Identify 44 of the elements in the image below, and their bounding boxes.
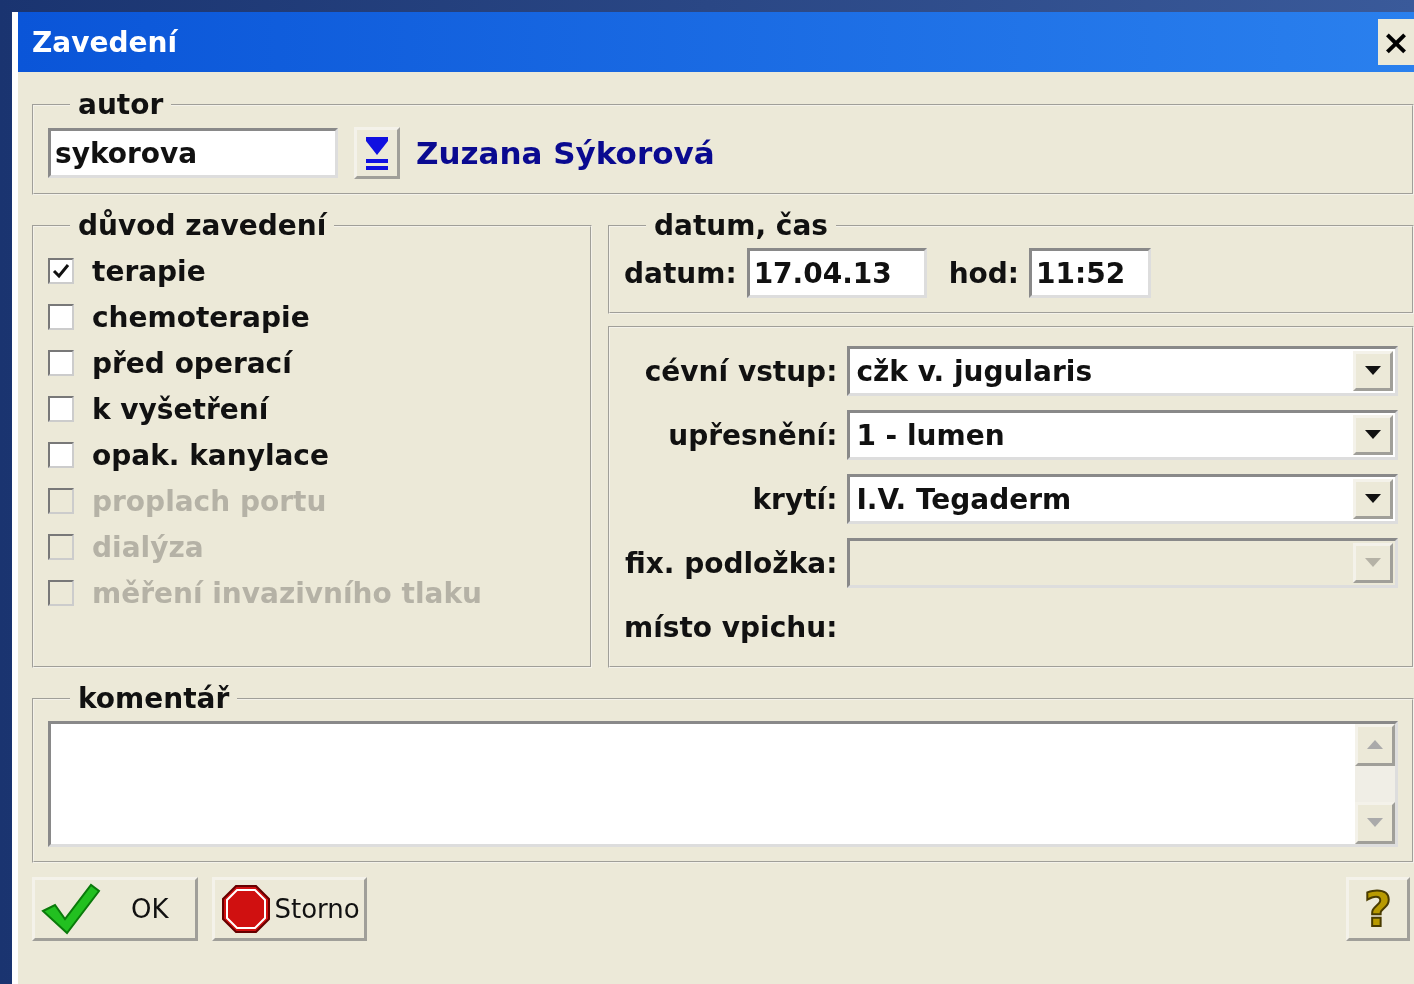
- field-label: místo vpichu:: [624, 609, 838, 646]
- checkbox[interactable]: [48, 258, 74, 284]
- field-label: cévní vstup:: [644, 354, 838, 388]
- field-label: hod:: [948, 256, 1020, 290]
- field-label: krytí:: [752, 482, 838, 516]
- scroll-down-icon: [1367, 818, 1383, 828]
- field-label: datum:: [624, 256, 737, 290]
- group-title: důvod zavedení: [77, 209, 329, 242]
- checkbox-option[interactable]: terapie: [48, 248, 576, 294]
- dropdown-arrow-icon: [1365, 558, 1381, 568]
- author-name: Zuzana Sýkorová: [416, 135, 715, 171]
- field-label: upřesnění:: [668, 418, 838, 452]
- pick-button[interactable]: [354, 127, 400, 179]
- dropdown[interactable]: I.V. Tegaderm: [847, 474, 1398, 524]
- checkbox[interactable]: [48, 304, 74, 330]
- field-label: fix. podložka:: [625, 546, 838, 580]
- cancel-button[interactable]: Storno: [211, 877, 367, 941]
- checkbox-option[interactable]: opak. kanylace: [48, 432, 576, 478]
- checkbox[interactable]: [48, 442, 74, 468]
- dropdown-arrow-icon: [1365, 430, 1381, 440]
- group-title: komentář: [77, 682, 231, 715]
- date-field[interactable]: 17.04.13: [746, 248, 927, 298]
- checkbox[interactable]: [48, 396, 74, 422]
- group-title: autor: [77, 88, 165, 121]
- dropdown[interactable]: 1 - lumen: [847, 410, 1398, 460]
- window-title: Zavedení: [32, 25, 177, 59]
- check-icon: [52, 262, 70, 280]
- scrollbar[interactable]: [1355, 724, 1395, 844]
- checkbox-option[interactable]: před operací: [48, 340, 576, 386]
- checkbox-option[interactable]: chemoterapie: [48, 294, 576, 340]
- comment-field[interactable]: [48, 721, 1398, 847]
- dropdown-arrow-icon: [1365, 366, 1381, 376]
- close-button[interactable]: ×: [1378, 19, 1414, 65]
- dropdown[interactable]: cžk v. jugularis: [847, 346, 1398, 396]
- checkmark-icon: [41, 883, 101, 935]
- time-field[interactable]: 11:52: [1029, 248, 1152, 298]
- checkbox[interactable]: [48, 350, 74, 376]
- author-field[interactable]: sykorova: [48, 128, 338, 178]
- group-title: datum, čas: [653, 209, 829, 242]
- ok-button[interactable]: OK: [32, 877, 198, 941]
- stop-sign-icon: [220, 884, 271, 934]
- dropdown-arrow-icon: [1365, 494, 1381, 504]
- scroll-up-icon: [1367, 740, 1383, 750]
- checkbox-option[interactable]: k vyšetření: [48, 386, 576, 432]
